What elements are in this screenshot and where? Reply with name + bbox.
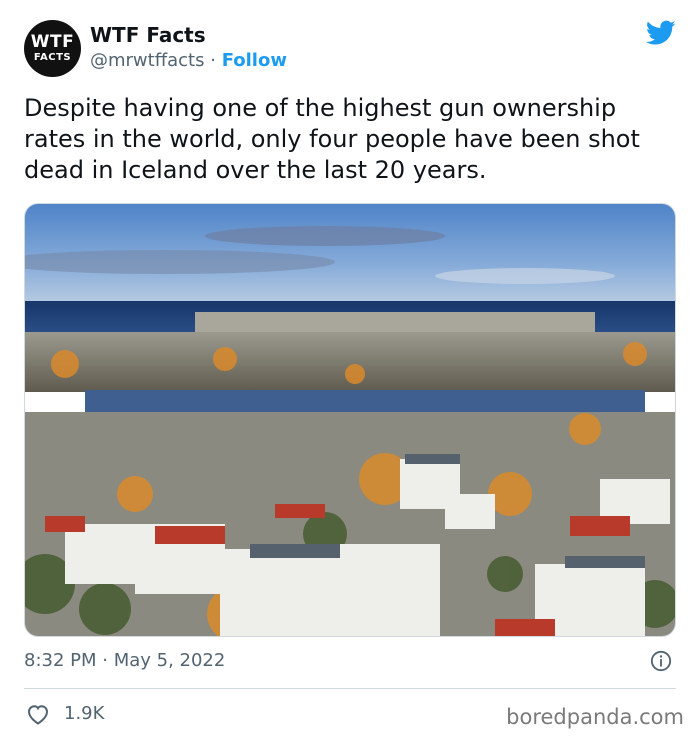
follow-button[interactable]: Follow [222, 50, 287, 71]
avatar[interactable]: WTF FACTS [24, 20, 81, 77]
separator-dot: · [210, 50, 216, 71]
like-count: 1.9K [64, 703, 105, 724]
account-handle[interactable]: @mrwtffacts [90, 50, 204, 71]
tweet-photo[interactable] [24, 203, 676, 637]
twitter-bird-icon[interactable] [646, 20, 676, 46]
divider [24, 688, 676, 689]
tweet-timestamp[interactable]: 8:32 PM · May 5, 2022 [24, 650, 225, 671]
avatar-text-facts: FACTS [33, 52, 72, 63]
avatar-text-wtf: WTF [30, 32, 75, 52]
account-name[interactable]: WTF Facts [90, 23, 206, 47]
tweet-text: Despite having one of the highest gun ow… [24, 94, 640, 184]
reykjavik-cityscape-image [25, 204, 675, 636]
boredpanda-watermark: boredpanda.com [506, 705, 684, 729]
handle-row: @mrwtffacts · Follow [90, 50, 287, 71]
heart-icon[interactable] [26, 703, 50, 725]
info-icon[interactable] [650, 650, 672, 672]
